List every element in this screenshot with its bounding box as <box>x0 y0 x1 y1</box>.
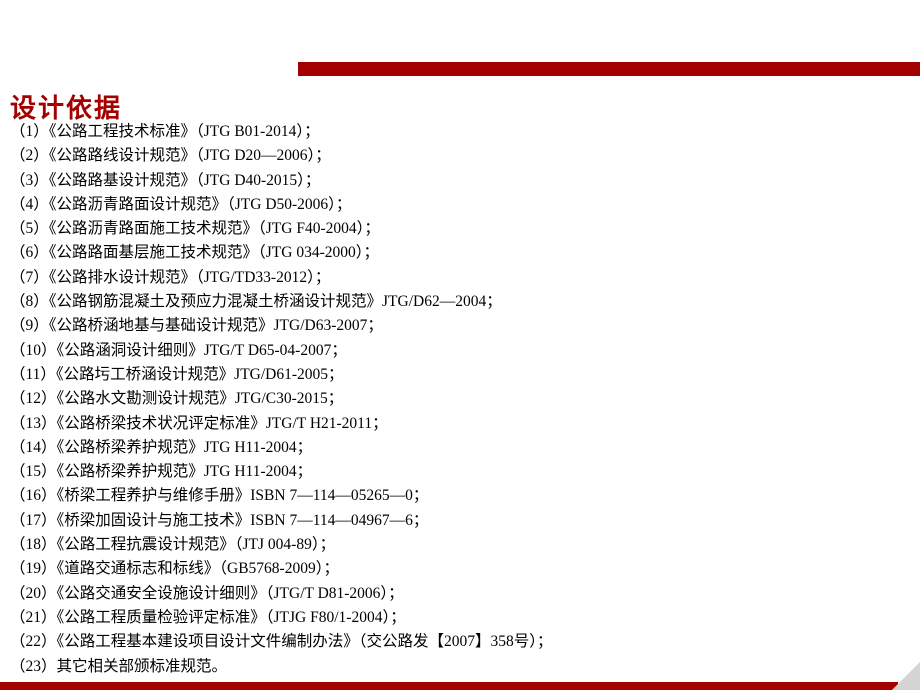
list-item: （13）《公路桥梁技术状况评定标准》JTG/T H21-2011； <box>10 412 553 436</box>
content-list: （1）《公路工程技术标准》（JTG B01-2014）； （2）《公路路线设计规… <box>10 120 553 679</box>
page-corner-fold <box>892 662 920 690</box>
list-item: （3）《公路路基设计规范》（JTG D40-2015）； <box>10 169 553 193</box>
list-item: （1）《公路工程技术标准》（JTG B01-2014）； <box>10 120 553 144</box>
list-item: （9）《公路桥涵地基与基础设计规范》JTG/D63-2007； <box>10 314 553 338</box>
header-accent-bar <box>298 62 920 76</box>
list-item: （5）《公路沥青路面施工技术规范》（JTG F40-2004）； <box>10 217 553 241</box>
list-item: （2）《公路路线设计规范》（JTG D20—2006）； <box>10 144 553 168</box>
list-item: （22）《公路工程基本建设项目设计文件编制办法》（交公路发【2007】358号）… <box>10 630 553 654</box>
list-item: （14）《公路桥梁养护规范》JTG H11-2004； <box>10 436 553 460</box>
list-item: （8）《公路钢筋混凝土及预应力混凝土桥涵设计规范》JTG/D62—2004； <box>10 290 553 314</box>
list-item: （20）《公路交通安全设施设计细则》（JTG/T D81-2006）； <box>10 582 553 606</box>
list-item: （12）《公路水文勘测设计规范》JTG/C30-2015； <box>10 387 553 411</box>
footer-accent-bar <box>0 682 898 690</box>
list-item: （16）《桥梁工程养护与维修手册》ISBN 7—114—05265—0； <box>10 484 553 508</box>
list-item: （7）《公路排水设计规范》（JTG/TD33-2012）； <box>10 266 553 290</box>
list-item: （4）《公路沥青路面设计规范》（JTG D50-2006）； <box>10 193 553 217</box>
list-item: （17）《桥梁加固设计与施工技术》ISBN 7—114—04967—6； <box>10 509 553 533</box>
list-item: （6）《公路路面基层施工技术规范》（JTG 034-2000）； <box>10 241 553 265</box>
list-item: （15）《公路桥梁养护规范》JTG H11-2004； <box>10 460 553 484</box>
list-item: （10）《公路涵洞设计细则》JTG/T D65-04-2007； <box>10 339 553 363</box>
list-item: （11）《公路圬工桥涵设计规范》JTG/D61-2005； <box>10 363 553 387</box>
list-item: （19）《道路交通标志和标线》（GB5768-2009）； <box>10 557 553 581</box>
list-item: （18）《公路工程抗震设计规范》（JTJ 004-89）； <box>10 533 553 557</box>
list-item: （23）其它相关部颁标准规范。 <box>10 655 553 679</box>
list-item: （21）《公路工程质量检验评定标准》（JTJG F80/1-2004）； <box>10 606 553 630</box>
